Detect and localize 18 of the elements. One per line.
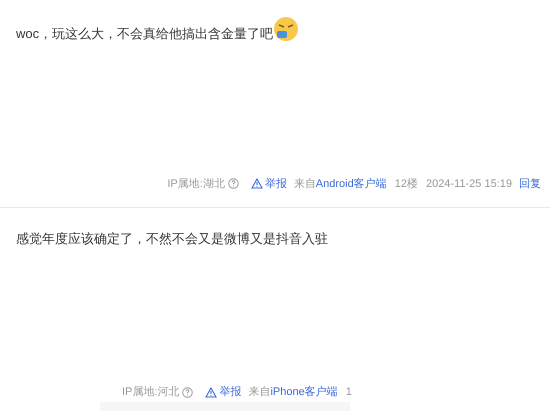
reply-link[interactable]: 回复	[519, 176, 541, 192]
floor-number: 12楼	[394, 176, 418, 192]
post-text: woc，玩这么大，不会真给他搞出含金量了吧	[16, 25, 274, 43]
ip-location: IP属地:河北	[122, 385, 180, 400]
source-label: 来自	[294, 176, 316, 192]
help-icon[interactable]	[182, 386, 194, 398]
help-icon[interactable]	[228, 178, 239, 190]
warning-icon	[250, 178, 263, 190]
ip-location: IP属地:湖北	[167, 176, 225, 192]
warning-icon	[205, 386, 218, 398]
source-link[interactable]: iPhone客户端	[270, 384, 338, 400]
report-link[interactable]: 举报	[205, 384, 242, 400]
floor-number: 1	[346, 385, 352, 400]
source-link[interactable]: Android客户端	[316, 176, 387, 192]
source-label: 来自	[248, 385, 270, 400]
report-link[interactable]: 举报	[250, 176, 287, 192]
post-text: 感觉年度应该确定了，不然不会又是微博又是抖音入驻	[16, 230, 328, 248]
post-time: 2024-11-25 15:19	[426, 176, 512, 192]
